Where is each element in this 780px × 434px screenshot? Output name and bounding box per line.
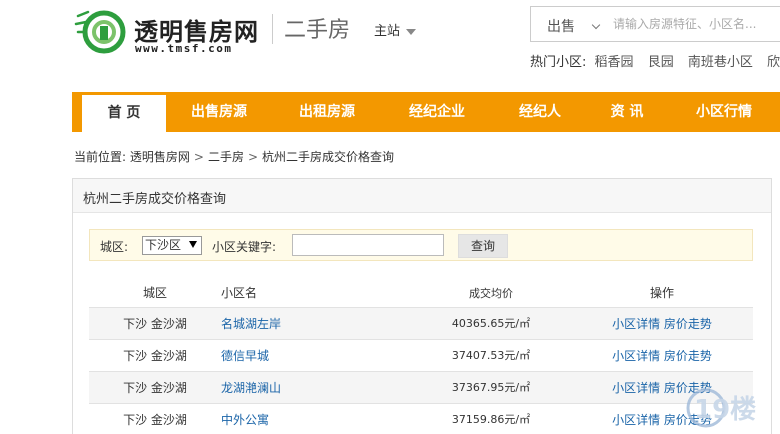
filter-bar: 城区: 下沙区 小区关键字: 查询 <box>89 229 753 261</box>
nav-for-rent[interactable]: 出租房源 <box>280 92 374 132</box>
header-area: 城区 <box>142 286 167 301</box>
search-box: 出售 <box>530 6 780 42</box>
row-area: 下沙 金沙湖 <box>89 338 221 371</box>
table-row: 下沙 金沙湖 名城湖左岸 40365.65元/㎡ 小区详情 房价走势 <box>89 306 753 339</box>
logo-url: www.tmsf.com <box>135 42 233 55</box>
nav-news[interactable]: 资 讯 <box>592 92 662 132</box>
site-switch-label: 主站 <box>374 24 401 39</box>
hot-label: 热门小区: <box>530 55 587 70</box>
search-type-select[interactable]: 出售 <box>547 16 601 36</box>
price-query-panel: 杭州二手房成交价格查询 城区: 下沙区 小区关键字: 查询 城区 小区名 成交均… <box>72 178 772 434</box>
nav-market[interactable]: 小区行情 <box>684 92 764 132</box>
search-input[interactable] <box>613 13 780 35</box>
community-link[interactable]: 龙湖滟澜山 <box>221 381 281 395</box>
community-link[interactable]: 德信早城 <box>221 349 269 363</box>
detail-link[interactable]: 小区详情 <box>612 349 660 363</box>
header-name: 小区名 <box>221 286 258 301</box>
logo-icon <box>74 10 126 54</box>
caret-down-icon <box>406 28 417 35</box>
site-logo[interactable]: 透明售房网 www.tmsf.com <box>74 6 274 56</box>
panel-title: 杭州二手房成交价格查询 <box>83 192 227 207</box>
header-price: 成交均价 <box>469 286 513 300</box>
keyword-label: 小区关键字: <box>212 240 277 254</box>
header-divider <box>272 14 273 44</box>
trend-link[interactable]: 房价走势 <box>664 349 712 363</box>
row-area: 下沙 金沙湖 <box>89 306 221 339</box>
watermark-logo: 19楼 <box>686 388 756 428</box>
chevron-down-icon <box>591 20 601 30</box>
district-label: 城区: <box>100 240 129 254</box>
district-select[interactable]: 下沙区 <box>142 236 202 255</box>
table-row: 下沙 金沙湖 中外公寓 37159.86元/㎡ 小区详情 房价走势 <box>89 402 753 434</box>
main-nav: 首 页 出售房源 出租房源 经纪企业 经纪人 资 讯 小区行情 <box>72 92 780 132</box>
community-link[interactable]: 名城湖左岸 <box>221 317 281 331</box>
hot-link[interactable]: 稻香园 <box>595 55 634 70</box>
nav-agencies[interactable]: 经纪企业 <box>390 92 484 132</box>
detail-link[interactable]: 小区详情 <box>612 317 660 331</box>
hot-link[interactable]: 艮园 <box>648 55 674 70</box>
detail-link[interactable]: 小区详情 <box>612 381 660 395</box>
breadcrumb-separator: > <box>193 150 204 164</box>
breadcrumb: 当前位置: 透明售房网 > 二手房 > 杭州二手房成交价格查询 <box>74 148 394 165</box>
row-price: 40365.65元/㎡ <box>411 306 571 339</box>
community-link[interactable]: 中外公寓 <box>221 413 269 427</box>
row-area: 下沙 金沙湖 <box>89 370 221 403</box>
breadcrumb-current: 杭州二手房成交价格查询 <box>262 150 395 164</box>
search-type-label: 出售 <box>547 19 575 35</box>
dropdown-arrow-icon <box>189 241 197 248</box>
breadcrumb-secondhand[interactable]: 二手房 <box>208 150 244 164</box>
nav-home[interactable]: 首 页 <box>82 92 166 132</box>
row-price: 37159.86元/㎡ <box>411 402 571 434</box>
row-price: 37367.95元/㎡ <box>411 370 571 403</box>
table-header-row: 城区 小区名 成交均价 操作 <box>89 279 753 307</box>
hot-link[interactable]: 南班巷小区 <box>688 55 753 70</box>
row-price: 37407.53元/㎡ <box>411 338 571 371</box>
table-row: 下沙 金沙湖 龙湖滟澜山 37367.95元/㎡ 小区详情 房价走势 <box>89 370 753 403</box>
district-value: 下沙区 <box>145 238 182 252</box>
watermark-text: 19楼 <box>694 395 756 425</box>
trend-link[interactable]: 房价走势 <box>664 317 712 331</box>
breadcrumb-separator: > <box>247 150 259 164</box>
query-button[interactable]: 查询 <box>458 234 508 258</box>
section-title: 二手房 <box>284 18 351 43</box>
detail-link[interactable]: 小区详情 <box>612 413 660 427</box>
hot-link[interactable]: 欣盛东 <box>767 55 780 70</box>
breadcrumb-label: 当前位置: <box>74 150 127 164</box>
panel-header: 杭州二手房成交价格查询 <box>73 179 771 213</box>
breadcrumb-home[interactable]: 透明售房网 <box>130 150 190 164</box>
table-row: 下沙 金沙湖 德信早城 37407.53元/㎡ 小区详情 房价走势 <box>89 338 753 371</box>
nav-agents[interactable]: 经纪人 <box>500 92 580 132</box>
row-area: 下沙 金沙湖 <box>89 402 221 434</box>
price-table: 城区 小区名 成交均价 操作 下沙 金沙湖 名城湖左岸 40365.65元/㎡ … <box>89 279 753 434</box>
header-ops: 操作 <box>649 286 674 301</box>
keyword-input[interactable] <box>292 234 444 256</box>
hot-communities: 热门小区: 稻香园 艮园 南班巷小区 欣盛东 <box>530 51 780 70</box>
nav-for-sale[interactable]: 出售房源 <box>172 92 266 132</box>
site-switch-dropdown[interactable]: 主站 <box>374 20 417 39</box>
